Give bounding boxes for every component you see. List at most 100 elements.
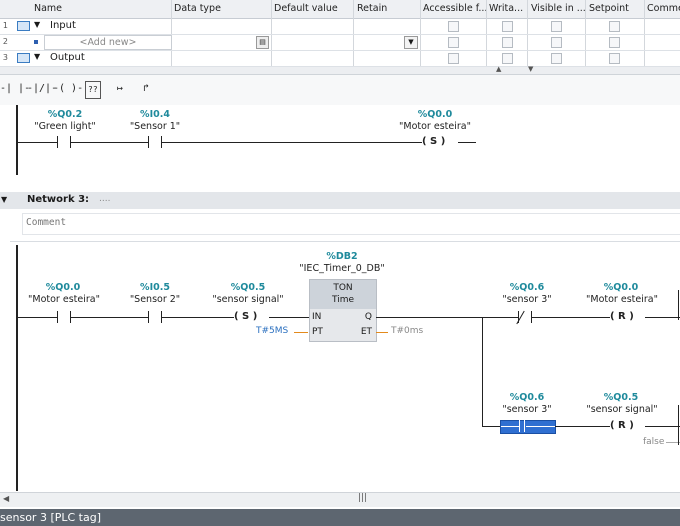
timer-subtype[interactable]: Time: [310, 294, 376, 306]
retain-dropdown-icon[interactable]: ▼: [404, 36, 418, 49]
col-name[interactable]: Name: [34, 3, 62, 14]
visible-checkbox[interactable]: [551, 37, 562, 48]
contact-symbol[interactable]: "Motor esteira": [18, 294, 110, 305]
comment-text[interactable]: Comment: [26, 217, 66, 228]
scroll-left-icon[interactable]: ◀: [3, 494, 9, 503]
close-branch-icon[interactable]: ↱: [143, 81, 149, 97]
interface-section-icon: [17, 21, 30, 31]
normally-open-contact-icon[interactable]: -| |-: [0, 81, 30, 97]
no-contact[interactable]: [57, 136, 71, 148]
wire: [645, 317, 680, 318]
contact-address[interactable]: %Q0.0: [28, 282, 98, 293]
visible-checkbox[interactable]: [551, 21, 562, 32]
no-contact[interactable]: [148, 311, 162, 323]
contact-symbol[interactable]: "sensor 3": [492, 404, 562, 415]
wire: [17, 142, 57, 143]
open-branch-icon[interactable]: ↦: [117, 81, 123, 97]
coil-address[interactable]: %Q0.5: [213, 282, 283, 293]
interface-section-icon: [17, 53, 30, 63]
col-accessible[interactable]: Accessible f...: [423, 3, 487, 14]
reset-coil[interactable]: ( R ): [610, 420, 634, 431]
bullet-icon: [34, 40, 38, 44]
contact-symbol[interactable]: "sensor 3": [492, 294, 562, 305]
pt-value[interactable]: T#5MS: [256, 326, 288, 336]
contact-address[interactable]: %Q0.6: [492, 392, 562, 403]
contact-glyph: [501, 426, 519, 427]
horizontal-scrollbar[interactable]: ◀ |||: [0, 492, 680, 507]
nc-contact[interactable]: [516, 310, 532, 325]
contact-address[interactable]: %Q0.6: [492, 282, 562, 293]
selected-no-contact[interactable]: [500, 420, 556, 434]
pin-et: ET: [360, 327, 372, 337]
splitter-down-icon[interactable]: ▼: [528, 65, 533, 73]
accessible-checkbox[interactable]: [448, 37, 459, 48]
add-new-input[interactable]: <Add new>: [44, 35, 172, 50]
coil-icon[interactable]: -( )-: [53, 81, 83, 97]
coil-address[interactable]: %Q0.0: [400, 109, 470, 120]
col-default-value[interactable]: Default value: [274, 3, 338, 14]
coil-address[interactable]: %Q0.0: [586, 282, 656, 293]
contact-glyph: [526, 426, 555, 427]
empty-box-icon[interactable]: ??: [85, 81, 101, 99]
contact-symbol[interactable]: "Sensor 2": [115, 294, 195, 305]
network-title-field[interactable]: ....: [99, 194, 110, 204]
data-type-picker-icon[interactable]: ▤: [256, 36, 269, 49]
set-coil[interactable]: ( S ): [422, 136, 445, 147]
power-rail: [16, 105, 18, 175]
coil-symbol[interactable]: "Motor esteira": [576, 294, 668, 305]
network-comment[interactable]: Comment: [22, 213, 680, 235]
wire: [71, 142, 148, 143]
no-contact[interactable]: [148, 136, 162, 148]
ton-timer-block[interactable]: TON Time IN PT Q ET: [309, 279, 377, 342]
wire: [162, 142, 422, 143]
coil-symbol[interactable]: "sensor signal": [204, 294, 292, 305]
scroll-thumb-grip-icon[interactable]: |||: [358, 493, 367, 503]
setpoint-checkbox[interactable]: [609, 53, 620, 64]
collapse-triangle-icon[interactable]: ▼: [34, 52, 40, 61]
accessible-checkbox[interactable]: [448, 53, 459, 64]
setpoint-checkbox[interactable]: [609, 37, 620, 48]
set-coil[interactable]: ( S ): [234, 311, 257, 322]
contact-glyph: [519, 420, 525, 432]
coil-symbol[interactable]: "sensor signal": [576, 404, 668, 415]
writable-checkbox[interactable]: [502, 21, 513, 32]
col-writable[interactable]: Writa...: [489, 3, 523, 14]
contact-symbol[interactable]: "Sensor 1": [115, 121, 195, 132]
timer-db-address[interactable]: %DB2: [306, 251, 378, 262]
wire: [482, 426, 500, 427]
writable-checkbox[interactable]: [502, 37, 513, 48]
row-name[interactable]: Input: [50, 20, 76, 31]
splitter-up-icon[interactable]: ▲: [496, 65, 501, 73]
wire: [376, 317, 482, 318]
splitter[interactable]: ▲ ▼: [0, 65, 680, 74]
reset-coil[interactable]: ( R ): [610, 311, 634, 322]
wire: [645, 426, 680, 427]
network-header[interactable]: ▼ Network 3: ....: [0, 192, 680, 209]
visible-checkbox[interactable]: [551, 53, 562, 64]
row-name[interactable]: Output: [50, 52, 85, 63]
col-comment[interactable]: Comme: [647, 3, 680, 14]
et-value[interactable]: T#0ms: [391, 326, 423, 336]
collapse-network-icon[interactable]: ▼: [1, 195, 7, 204]
col-data-type[interactable]: Data type: [174, 3, 221, 14]
table-row-add-new[interactable]: 2 <Add new> ▤ ▼: [0, 34, 680, 51]
col-visible[interactable]: Visible in ...: [531, 3, 586, 14]
coil-symbol[interactable]: "Motor esteira": [390, 121, 480, 132]
contact-address[interactable]: %Q0.2: [30, 109, 100, 120]
coil-address[interactable]: %Q0.5: [586, 392, 656, 403]
col-retain[interactable]: Retain: [357, 3, 387, 14]
table-row[interactable]: 3 ▼ Output: [0, 50, 680, 67]
setpoint-checkbox[interactable]: [609, 21, 620, 32]
wire: [532, 317, 610, 318]
accessible-checkbox[interactable]: [448, 21, 459, 32]
wire: [482, 317, 518, 318]
contact-symbol[interactable]: "Green light": [18, 121, 112, 132]
contact-address[interactable]: %I0.4: [120, 109, 190, 120]
no-contact[interactable]: [57, 311, 71, 323]
timer-db-name[interactable]: "IEC_Timer_0_DB": [290, 263, 394, 274]
table-row[interactable]: 1 ▼ Input: [0, 18, 680, 35]
collapse-triangle-icon[interactable]: ▼: [34, 20, 40, 29]
contact-address[interactable]: %I0.5: [120, 282, 190, 293]
writable-checkbox[interactable]: [502, 53, 513, 64]
col-setpoint[interactable]: Setpoint: [589, 3, 629, 14]
